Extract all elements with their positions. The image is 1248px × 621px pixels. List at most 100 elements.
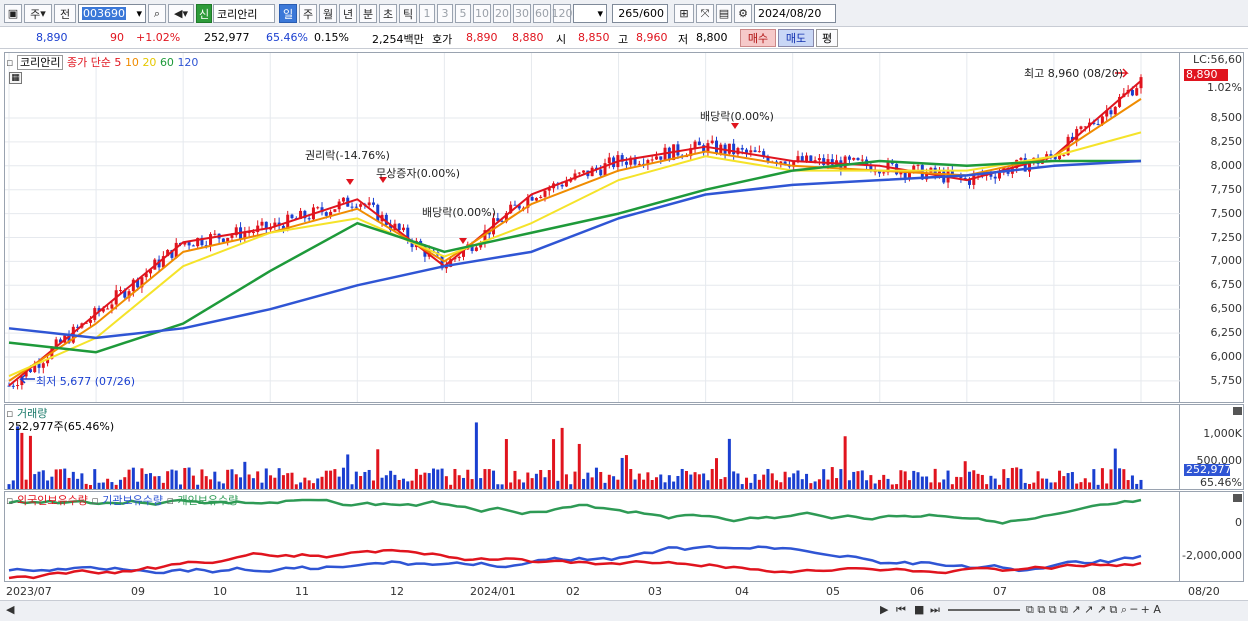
min-option-30[interactable]: 30 [513, 4, 531, 23]
tab-day[interactable]: 일 [279, 4, 297, 23]
volume-bar [414, 468, 418, 489]
tab-year[interactable]: 년 [339, 4, 357, 23]
volume-bar [290, 472, 294, 489]
volume-bar [719, 479, 723, 489]
volume-bar [470, 479, 474, 489]
volume-bar [1075, 483, 1079, 489]
volume-bar [179, 484, 183, 489]
volume-bar [779, 482, 783, 489]
volume-bar [406, 481, 410, 489]
zoom-slider[interactable] [948, 609, 1020, 611]
candle-body [637, 163, 641, 165]
legend-institution: 기관보유수량 [102, 494, 164, 507]
period-label: 주 [30, 7, 41, 21]
volume-bar [775, 480, 779, 489]
price-y-tick: 8,000 [1210, 158, 1243, 172]
scroll-right-icon[interactable]: ▶ [880, 603, 888, 616]
volume-bar [371, 480, 375, 489]
candle-body [367, 202, 371, 206]
chart-type-icon[interactable]: ⊞ [674, 4, 694, 23]
volume-bar [140, 468, 144, 489]
volume-bar [706, 480, 710, 489]
volume-bar [916, 472, 920, 489]
volume-bar [376, 449, 380, 489]
candle-body [599, 169, 603, 176]
eval-button[interactable]: 평 [816, 29, 838, 47]
candle-body [354, 206, 358, 208]
prev-button[interactable]: 전 [54, 4, 76, 23]
volume-bar [123, 477, 127, 489]
min-option-5[interactable]: 5 [455, 4, 471, 23]
scroll-end-icon[interactable]: ⏭ [930, 603, 940, 617]
save-icon[interactable]: ▤ [716, 4, 732, 23]
tab-tick[interactable]: 틱 [399, 4, 417, 23]
tab-second[interactable]: 초 [379, 4, 397, 23]
x-label-11: 11 [295, 585, 309, 598]
volume-bar [7, 484, 11, 489]
candle-body [221, 238, 225, 243]
search-icon[interactable]: ⌕ [148, 4, 166, 23]
volume-bar [294, 484, 298, 489]
date-input[interactable]: 2024/08/20 [754, 4, 836, 23]
holdings-tick-neg2m: -2,000,000 [1182, 549, 1242, 562]
volume-bar [226, 469, 230, 489]
buy-button[interactable]: 매수 [740, 29, 776, 47]
volume-bar [196, 484, 200, 489]
legend-ma20: 20 [142, 56, 157, 69]
candle-body [41, 363, 45, 368]
volume-bar [149, 473, 152, 489]
min-option-10[interactable]: 10 [473, 4, 491, 23]
volume-bar [517, 479, 521, 489]
tab-month[interactable]: 월 [319, 4, 337, 23]
gear-icon[interactable]: ⚙ [734, 4, 752, 23]
period-select[interactable]: 주 ▾ [24, 4, 52, 23]
volume-bar [993, 478, 997, 489]
volume-close-icon[interactable] [1233, 407, 1242, 415]
interval-select[interactable]: ▾ [573, 4, 607, 23]
crosshair-icon[interactable]: ⤧ [696, 4, 714, 23]
candle-body [1019, 158, 1023, 160]
sell-button[interactable]: 매도 [778, 29, 814, 47]
volume-bar [393, 474, 397, 489]
count-input[interactable]: 265/600 [612, 4, 668, 23]
min-option-3[interactable]: 3 [437, 4, 453, 23]
price-chart[interactable] [5, 53, 1180, 402]
candle-body [397, 223, 401, 231]
candle-body [359, 204, 363, 207]
volume-bar [401, 478, 405, 489]
candle-body [993, 176, 997, 179]
tab-week[interactable]: 주 [299, 4, 317, 23]
sound-icon[interactable]: ◀▾ [168, 4, 194, 23]
min-option-1[interactable]: 1 [419, 4, 435, 23]
volume-bar [500, 484, 504, 489]
volume-bar [299, 482, 303, 489]
tool-icons[interactable]: ⧉ ⧉ ⧉ ⧉ ↗ ↗ ↗ ⧉ ⌕ ─ + A [1026, 603, 1161, 617]
volume-bar [80, 473, 84, 489]
volume-bar [577, 443, 581, 489]
window-icon[interactable]: ▣ [4, 4, 22, 23]
scroll-start-icon[interactable]: ⏮ [896, 603, 906, 617]
stop-icon[interactable]: ■ [914, 603, 924, 616]
volume-bar [637, 473, 641, 489]
volume-bar [1088, 482, 1092, 489]
holdings-close-icon[interactable] [1233, 494, 1242, 502]
min-option-60[interactable]: 60 [533, 4, 551, 23]
volume-bar [1015, 467, 1019, 489]
volume-bar [963, 461, 967, 489]
volume-bar [843, 436, 847, 489]
scroll-left-icon[interactable]: ◀ [6, 603, 14, 616]
volume-bar [886, 478, 890, 489]
volume-value-text: 252,977주(65.46%) [8, 420, 115, 433]
volume-chart[interactable] [5, 405, 1180, 489]
volume-bar [684, 470, 688, 489]
tab-minute[interactable]: 분 [359, 4, 377, 23]
volume-bar [1070, 472, 1074, 489]
min-option-20[interactable]: 20 [493, 4, 511, 23]
bid-price-2: 8,880 [512, 31, 544, 44]
stock-code-input[interactable]: 003690 ▾ [78, 4, 146, 23]
calculator-icon[interactable]: ▦ [9, 72, 22, 84]
min-option-120[interactable]: 120 [552, 4, 573, 23]
current-volume-tag: 252,977 [1184, 463, 1232, 476]
volume-bar [440, 468, 444, 489]
volume-bar [509, 482, 513, 489]
